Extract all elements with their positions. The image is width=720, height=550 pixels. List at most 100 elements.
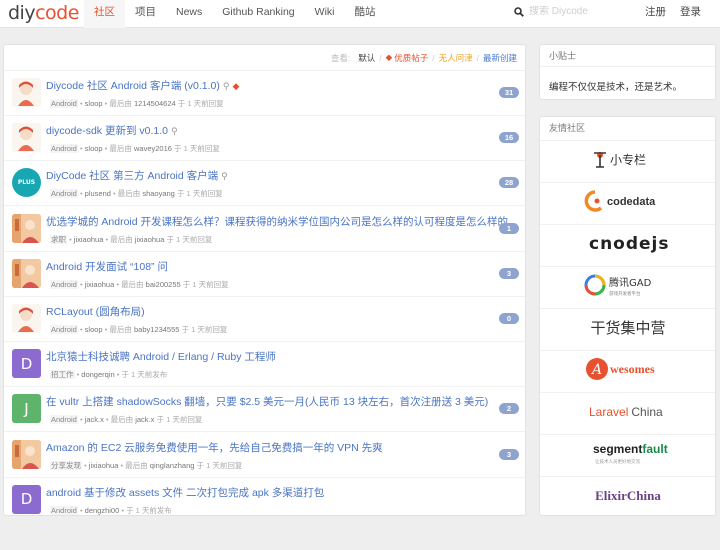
friend-link-tencent-gad[interactable]: 腾讯GAD 游戏开发者平台	[540, 266, 715, 303]
topic-author[interactable]: jixiaohua	[74, 235, 104, 244]
topic-time: 于 1 天前回复	[182, 279, 229, 289]
topic-node[interactable]: 招工作	[50, 370, 75, 380]
nav-item-news[interactable]: News	[166, 0, 212, 28]
topic-title[interactable]: android 基于修改 assets 文件 二次打包完成 apk 多渠道打包	[46, 485, 324, 500]
topic-author[interactable]: jack.x	[85, 415, 104, 424]
last-reply-user[interactable]: baby1234555	[134, 325, 179, 334]
filter-tab-excellent[interactable]: 优质帖子	[394, 52, 428, 64]
register-link[interactable]: 注册	[645, 0, 666, 28]
topic-title[interactable]: 北京猿士科技诚聘 Android / Erlang / Ruby 工程师	[46, 349, 276, 364]
topic-author[interactable]: sloop	[85, 144, 103, 153]
avatar[interactable]	[12, 258, 41, 288]
friend-link-xiaozhuanlan[interactable]: 小专栏	[540, 140, 715, 177]
topic-node[interactable]: 分享发现	[50, 460, 82, 470]
nav-item-projects[interactable]: 项目	[125, 0, 166, 28]
topic-author[interactable]: dongerqin	[81, 370, 114, 379]
avatar[interactable]: PLUS	[12, 168, 41, 198]
friend-link-elixir-china[interactable]: ElixirChina	[540, 476, 715, 513]
last-reply-user[interactable]: qinglanzhang	[150, 461, 195, 470]
friend-link-cnodejs[interactable]: cnodejs	[540, 224, 715, 261]
topic-author[interactable]: dengzhi00	[85, 506, 120, 515]
last-reply-user[interactable]: jack.x	[135, 415, 154, 424]
reply-prefix: 最后由	[109, 99, 132, 108]
meta-dot: •	[77, 415, 85, 425]
nav-item-community[interactable]: 社区	[84, 0, 125, 28]
topic-title[interactable]: Amazon 的 EC2 云服务免费使用一年，先给自己免费搞一年的 VPN 先爽	[46, 440, 383, 455]
topic-node[interactable]: Android	[50, 325, 78, 334]
topic-meta: 分享发现 • jixiaohua • 最后由 qinglanzhang 于 1 …	[50, 460, 242, 471]
topic-title[interactable]: diycode-sdk 更新到 v0.1.0 ⚲	[46, 123, 178, 138]
diycode-logo[interactable]: diycode	[8, 3, 79, 23]
friend-link-laravel-china[interactable]: Laravel China	[540, 392, 715, 429]
avatar[interactable]	[12, 123, 41, 153]
last-reply-user[interactable]: bai200255	[146, 280, 181, 289]
reply-count-badge[interactable]: 28	[499, 177, 519, 189]
filter-tab-newest[interactable]: 最新创建	[483, 52, 517, 64]
topic-row[interactable]: D 北京猿士科技诚聘 Android / Erlang / Ruby 工程师招工作…	[4, 342, 525, 388]
topic-title[interactable]: Diycode 社区 Android 客户端 (v0.1.0) ⚲ ◆	[46, 78, 239, 93]
topic-title[interactable]: 在 vultr 上搭建 shadowSocks 翻墙，只要 $2.5 美元一月(…	[46, 394, 488, 409]
avatar[interactable]: D	[12, 484, 41, 514]
topic-row[interactable]: diycode-sdk 更新到 v0.1.0 ⚲ Android • sloop •…	[4, 116, 525, 162]
topic-author[interactable]: jixiaohua	[85, 280, 115, 289]
filter-tab-default[interactable]: 默认	[358, 52, 375, 64]
reply-count-badge[interactable]: 0	[499, 313, 519, 324]
topic-row[interactable]: PLUS DiyCode 社区 第三方 Android 客户端 ⚲ Android •…	[4, 161, 525, 207]
nav-item-sites[interactable]: 酷站	[344, 0, 385, 28]
nav-item-wiki[interactable]: Wiki	[305, 0, 345, 28]
nav-item-github-ranking[interactable]: Github Ranking	[212, 0, 304, 28]
topic-row[interactable]: RCLayout (圆角布局) Android • sloop • 最后由 bab…	[4, 297, 525, 342]
topic-title[interactable]: DiyCode 社区 第三方 Android 客户端 ⚲	[46, 168, 228, 183]
avatar[interactable]: D	[12, 349, 41, 379]
reply-count-badge[interactable]: 3	[499, 267, 519, 279]
friend-link-gank[interactable]: 干货集中营	[540, 308, 715, 345]
reply-count-badge[interactable]: 16	[499, 132, 519, 144]
topic-title[interactable]: Android 开发面试 “108” 问	[46, 259, 168, 274]
login-link[interactable]: 登录	[680, 0, 701, 28]
avatar[interactable]	[12, 439, 41, 469]
topic-author[interactable]: jixiaohua	[89, 461, 119, 470]
last-reply-user[interactable]: jixiaohua	[135, 235, 165, 244]
topic-node[interactable]: Android	[50, 279, 78, 289]
topic-row[interactable]: Android 开发面试 “108” 问 Android • jixiaohua …	[4, 252, 525, 297]
topic-node[interactable]: Android	[50, 189, 78, 199]
last-reply-user[interactable]: 1214504624	[134, 99, 176, 108]
topic-title[interactable]: 优选学城的 Android 开发课程怎么样？课程获得的纳米学位国内公司是怎么样的…	[46, 214, 508, 229]
friend-link-awesomes[interactable]: A wesomes	[540, 350, 715, 387]
topic-author[interactable]: plusend	[85, 189, 111, 198]
topic-meta: Android • sloop • 最后由 baby1234555 于 1 天前…	[50, 324, 227, 335]
topic-node[interactable]: 求职	[50, 234, 67, 244]
filter-tab-no-reply[interactable]: 无人问津	[439, 52, 473, 64]
search-input[interactable]	[529, 6, 599, 17]
reply-count-badge[interactable]: 3	[499, 448, 519, 460]
topic-author[interactable]: sloop	[85, 325, 103, 334]
reply-count-badge[interactable]: 31	[499, 87, 519, 98]
topic-row[interactable]: Dandroid 基于修改 assets 文件 二次打包完成 apk 多渠道打包…	[4, 478, 525, 515]
avatar[interactable]	[12, 213, 41, 243]
avatar[interactable]	[12, 304, 41, 333]
avatar[interactable]: J	[12, 394, 41, 424]
topic-node[interactable]: Android	[50, 505, 78, 515]
topic-row[interactable]: Diycode 社区 Android 客户端 (v0.1.0) ⚲ ◆ Android…	[4, 71, 525, 116]
friend-link-segmentfault[interactable]: segmentfault 让技术人员更好地交流	[540, 434, 715, 471]
reply-count-badge[interactable]: 2	[499, 403, 519, 415]
topic-node[interactable]: Android	[50, 99, 78, 108]
reply-count-badge[interactable]: 1	[499, 222, 519, 234]
topic-author[interactable]: sloop	[85, 99, 103, 108]
topic-row[interactable]: Amazon 的 EC2 云服务免费使用一年，先给自己免费搞一年的 VPN 先爽…	[4, 433, 525, 478]
avatar[interactable]	[12, 78, 41, 107]
friend-link-codedata[interactable]: codedata	[540, 182, 715, 219]
meta-dot: •	[67, 234, 74, 244]
search-box	[514, 6, 599, 17]
last-reply-user[interactable]: wavey2016	[134, 144, 172, 153]
search-icon[interactable]	[514, 6, 524, 17]
topic-node[interactable]: Android	[50, 415, 78, 425]
topic-title[interactable]: RCLayout (圆角布局)	[46, 304, 145, 319]
meta-dot: •	[77, 279, 85, 289]
friend-name: segmentfault	[593, 442, 668, 456]
topic-row[interactable]: 优选学城的 Android 开发课程怎么样？课程获得的纳米学位国内公司是怎么样的…	[4, 207, 525, 252]
topic-row[interactable]: J 在 vultr 上搭建 shadowSocks 翻墙，只要 $2.5 美元一月…	[4, 387, 525, 433]
last-reply-user[interactable]: shaoyang	[142, 189, 175, 198]
topic-time: 于 1 天前回复	[196, 460, 243, 470]
topic-node[interactable]: Android	[50, 144, 78, 154]
